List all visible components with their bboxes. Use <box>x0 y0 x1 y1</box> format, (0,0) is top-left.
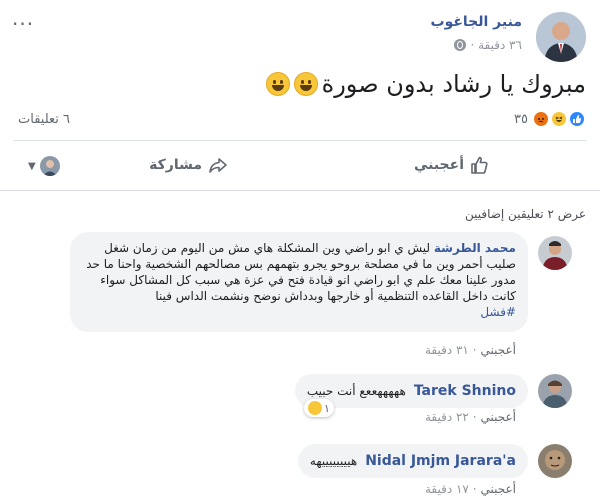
current-user-avatar <box>39 156 60 176</box>
comment-reaction-count: ١ <box>324 401 330 415</box>
like-button[interactable]: أعجبني <box>414 155 490 175</box>
comment-meta: أعجبني · ٢٢ دقيقة <box>425 410 516 424</box>
commenter-name[interactable]: Tarek Shnino <box>414 383 516 399</box>
grin-emoji-icon <box>293 72 318 96</box>
globe-icon <box>454 39 467 51</box>
commenter-avatar[interactable] <box>538 444 572 478</box>
divider <box>0 190 600 191</box>
share-label: مشاركة <box>149 157 202 173</box>
reactions-count[interactable]: ٣٥ <box>514 112 528 127</box>
comment-like-link[interactable]: أعجبني <box>481 410 516 424</box>
commenter-avatar[interactable] <box>538 236 572 270</box>
hashtag-link[interactable]: #فشل <box>82 304 516 320</box>
comment-time[interactable]: · ٣١ دقيقة <box>425 343 477 357</box>
like-label: أعجبني <box>413 157 464 173</box>
comment-time[interactable]: · ٢٢ دقيقة <box>425 410 477 424</box>
view-more-comments-link[interactable]: عرض ٢ تعليقين إضافيين <box>465 207 586 221</box>
divider <box>14 140 586 141</box>
commenter-name[interactable]: محمد الطرشة <box>434 241 516 255</box>
audience-selector[interactable]: ▼ <box>28 156 60 176</box>
commenter-name[interactable]: Nidal Jmjm Jarara'a <box>365 453 516 469</box>
haha-reaction-icon <box>550 110 568 128</box>
post-text-content: مبروك يا رشاد بدون صورة <box>321 70 586 98</box>
thumbs-up-icon <box>471 156 488 174</box>
reactions-summary[interactable]: ٣٥ <box>514 110 586 128</box>
comment-like-link[interactable]: أعجبني <box>481 343 516 357</box>
comment-like-link[interactable]: أعجبني <box>481 482 516 496</box>
share-arrow-icon <box>209 158 227 173</box>
share-button[interactable]: مشاركة <box>149 155 228 175</box>
haha-reaction-icon <box>308 401 322 415</box>
like-reaction-icon <box>568 110 586 128</box>
chevron-down-icon: ▼ <box>28 160 36 172</box>
comment-bubble: Nidal Jmjm Jarara'a هييييييييهه <box>297 444 528 478</box>
comment-meta: أعجبني · ١٧ دقيقة <box>425 482 516 496</box>
author-avatar[interactable] <box>536 12 586 62</box>
post-time[interactable]: ٣٦ دقيقة · <box>470 38 522 52</box>
comments-count[interactable]: ٦ تعليقات <box>18 112 70 127</box>
angry-reaction-icon <box>532 110 550 128</box>
post-text: مبروك يا رشاد بدون صورة <box>265 70 586 98</box>
comment-text: هييييييييهه <box>309 454 358 468</box>
post-meta: ٣٦ دقيقة · <box>454 38 522 52</box>
post-author-name[interactable]: منير الجاغوب <box>431 14 523 30</box>
comment-reaction-badge[interactable]: ١ <box>304 399 334 417</box>
commenter-avatar[interactable] <box>538 374 572 408</box>
more-options-icon[interactable]: ··· <box>12 12 34 36</box>
grin-emoji-icon <box>265 72 290 96</box>
comment-text: هههههععع أنت حبيب <box>306 384 406 398</box>
comment-meta: أعجبني · ٣١ دقيقة <box>425 343 516 357</box>
comment-time[interactable]: · ١٧ دقيقة <box>425 482 477 496</box>
comment-bubble: محمد الطرشة ليش ي ابو راضي وين المشكلة ه… <box>70 232 528 332</box>
